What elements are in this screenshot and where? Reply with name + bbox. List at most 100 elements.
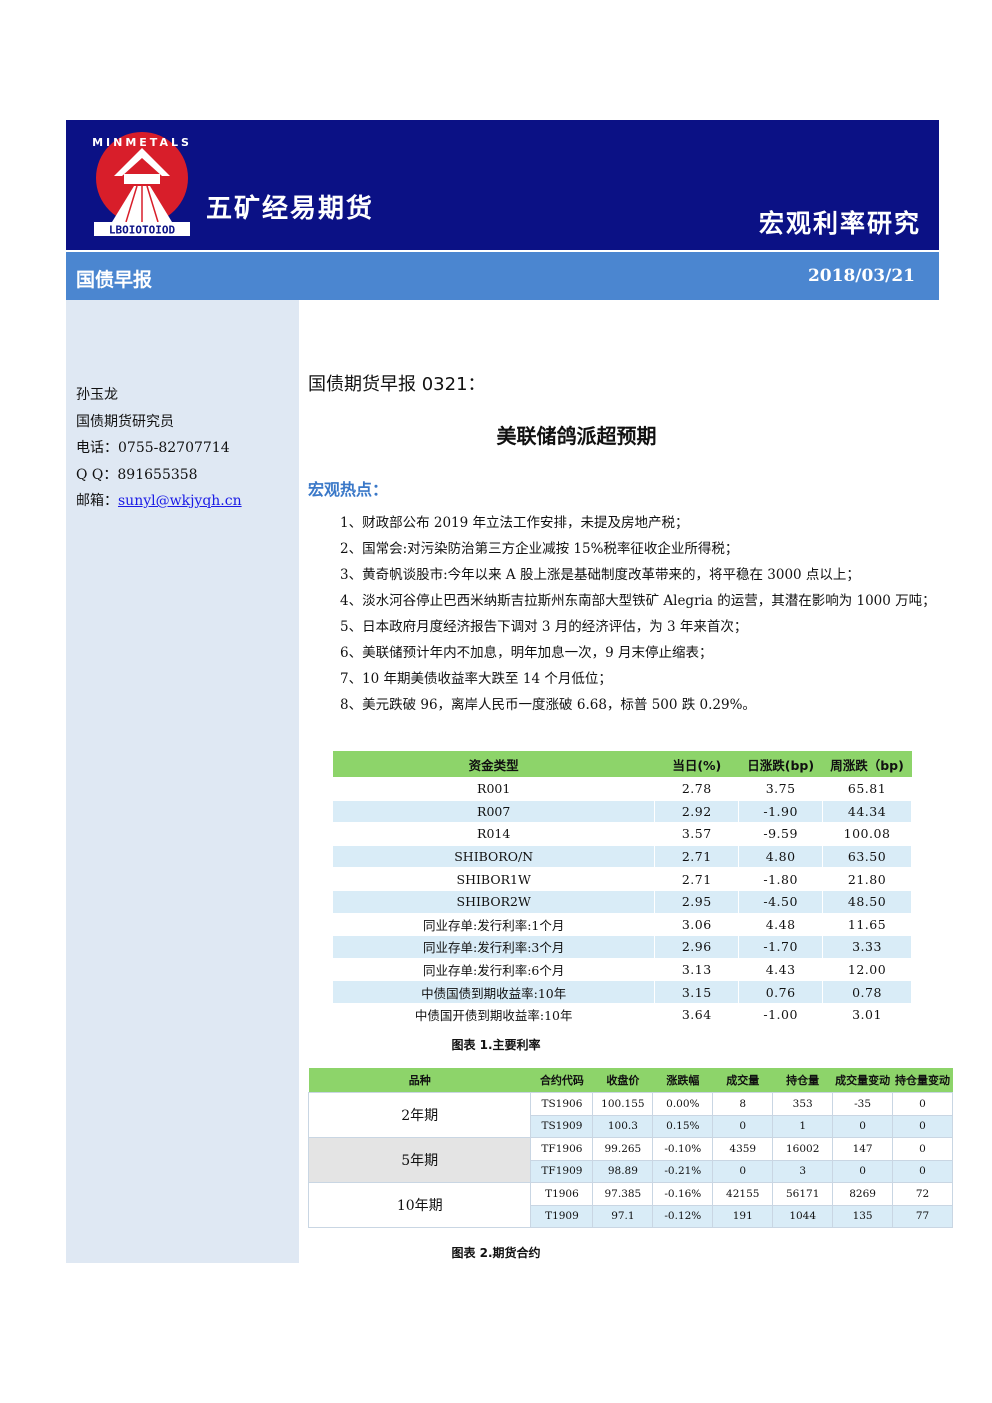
rates-cell: 2.92 bbox=[654, 799, 740, 824]
rates-cell: -4.50 bbox=[738, 889, 824, 914]
futures-table-header: 品种 合约代码 收盘价 涨跌幅 成交量 持仓量 成交量变动 持仓量变动 bbox=[308, 1068, 953, 1093]
futures-cell: 1044 bbox=[772, 1204, 834, 1228]
futures-cell: 0 bbox=[832, 1159, 894, 1183]
futures-header-cell: 持仓量 bbox=[772, 1068, 833, 1093]
futures-row: 2年期 TS1906 100.155 0.00% 8 353 -35 0 bbox=[307, 1092, 953, 1138]
rates-cell: R007 bbox=[331, 799, 656, 824]
rates-row: SHIBOR1W 2.71 -1.80 21.80 bbox=[331, 867, 912, 891]
rates-cell: 3.13 bbox=[654, 957, 740, 982]
futures-cell: 0.00% bbox=[652, 1092, 714, 1116]
rates-table: 资金类型 当日(%) 日涨跌(bp) 周涨跌（bp) R001 2.78 3.75 65.8… bbox=[331, 751, 912, 1027]
rates-cell: 同业存单:发行利率:6个月 bbox=[331, 957, 656, 982]
news-list: 1、财政部公布 2019 年立法工作安排，未提及房地产税； 2、国常会:对污染防治… bbox=[308, 510, 938, 718]
rates-cell: 3.33 bbox=[822, 935, 912, 959]
futures-cell: -0.12% bbox=[652, 1204, 714, 1228]
news-item: 5、日本政府月度经济报告下调对 3 月的经济评估，为 3 年来首次； bbox=[340, 619, 748, 635]
rates-cell: 2.71 bbox=[654, 844, 740, 869]
futures-cell: 135 bbox=[832, 1204, 894, 1228]
rates-cell: -1.00 bbox=[738, 1002, 824, 1027]
news-item: 4、淡水河谷停止巴西米纳斯吉拉斯州东南部大型铁矿 Alegria 的运营，其潜在… bbox=[340, 593, 936, 609]
futures-cell: -0.21% bbox=[652, 1159, 714, 1183]
rates-row: SHIBOR2W 2.95 -4.50 48.50 bbox=[331, 889, 912, 914]
futures-cell: 0 bbox=[712, 1159, 774, 1183]
futures-row: 10年期 T1906 97.385 -0.16% 42155 56171 8269 72 bbox=[307, 1182, 953, 1228]
report-subbar: 国债早报 2018/03/21 bbox=[66, 252, 939, 300]
futures-header-cell: 持仓量变动 bbox=[892, 1068, 953, 1093]
rates-cell: -1.90 bbox=[738, 799, 824, 824]
futures-cell: 16002 bbox=[772, 1137, 834, 1161]
futures-cell: T1909 bbox=[530, 1204, 594, 1228]
futures-cell: 56171 bbox=[772, 1182, 834, 1206]
rates-table-caption: 图表 1.主要利率 bbox=[451, 1038, 541, 1052]
futures-header-cell: 收盘价 bbox=[592, 1068, 653, 1093]
futures-cell: TF1909 bbox=[530, 1159, 594, 1183]
rates-cell: 3.01 bbox=[822, 1002, 912, 1027]
macro-hot-title: 宏观热点： bbox=[308, 480, 389, 499]
futures-cell: -35 bbox=[832, 1092, 894, 1116]
rates-cell: 2.78 bbox=[654, 777, 740, 801]
rates-cell: -9.59 bbox=[738, 822, 824, 846]
futures-row: 5年期 TF1906 99.265 -0.10% 4359 16002 147 0 bbox=[307, 1137, 953, 1183]
news-item: 2、国常会:对污染防治第三方企业减按 15%税率征收企业所得税； bbox=[340, 541, 739, 557]
futures-cell: 0 bbox=[892, 1114, 953, 1138]
report-header: MINMETALS LBOIOTOIOD 五矿经易期货 宏观利率研究 bbox=[66, 120, 939, 250]
futures-group-name: 2年期 bbox=[307, 1092, 532, 1138]
rates-row: SHIBORO/N 2.71 4.80 63.50 bbox=[331, 844, 912, 869]
rates-header-cell: 日涨跌(bp) bbox=[738, 751, 823, 778]
rates-cell: 2.71 bbox=[654, 867, 740, 891]
futures-group-name: 10年期 bbox=[307, 1182, 532, 1228]
author-phone: 电话：0755-82707714 bbox=[76, 440, 230, 456]
rates-cell: 12.00 bbox=[822, 957, 912, 982]
news-item: 3、黄奇帆谈股市:今年以来 A 股上涨是基础制度改革带来的，将平稳在 3000 … bbox=[340, 567, 860, 583]
rates-cell: 同业存单:发行利率:3个月 bbox=[331, 935, 656, 959]
futures-cell: 147 bbox=[832, 1137, 894, 1161]
futures-header-cell: 成交量变动 bbox=[832, 1068, 893, 1093]
rates-cell: 4.43 bbox=[738, 957, 824, 982]
svg-text:MINMETALS: MINMETALS bbox=[92, 136, 192, 149]
author-email-link[interactable]: sunyl@wkjyqh.cn bbox=[118, 493, 242, 509]
headline: 美联储鸽派超预期 bbox=[496, 424, 657, 448]
rates-cell: SHIBOR2W bbox=[331, 889, 656, 914]
futures-cell: TF1906 bbox=[530, 1137, 594, 1161]
futures-table: 品种 合约代码 收盘价 涨跌幅 成交量 持仓量 成交量变动 持仓量变动 2年期 TS1906 10… bbox=[307, 1068, 953, 1228]
author-email-row: 邮箱：sunyl@wkjyqh.cn bbox=[76, 488, 242, 515]
rates-cell: 2.95 bbox=[654, 889, 740, 914]
futures-cell: 42155 bbox=[712, 1182, 774, 1206]
rates-cell: 中债国债到期收益率:10年 bbox=[331, 980, 656, 1004]
company-name: 五矿经易期货 bbox=[206, 194, 375, 224]
report-type: 国债早报 bbox=[76, 269, 153, 291]
futures-cell: 191 bbox=[712, 1204, 774, 1228]
futures-cell: 0 bbox=[892, 1137, 953, 1161]
rates-cell: 63.50 bbox=[822, 844, 912, 869]
futures-cell: 0 bbox=[832, 1114, 894, 1138]
rates-cell: 0.78 bbox=[822, 980, 912, 1004]
rates-cell: 48.50 bbox=[822, 889, 912, 914]
author-info: 孙玉龙 国债期货研究员 电话：0755-82707714 Q Q：8916553… bbox=[76, 382, 242, 515]
rates-cell: 3.75 bbox=[738, 777, 824, 801]
futures-cell: TS1909 bbox=[530, 1114, 594, 1138]
svg-text:LBOIOTOIOD: LBOIOTOIOD bbox=[109, 224, 176, 237]
rates-row: 同业存单:发行利率:1个月 3.06 4.48 11.65 bbox=[331, 912, 912, 937]
rates-row: 中债国债到期收益率:10年 3.15 0.76 0.78 bbox=[331, 980, 912, 1004]
rates-cell: R014 bbox=[331, 822, 656, 846]
email-label: 邮箱： bbox=[76, 493, 118, 509]
section-title: 宏观利率研究 bbox=[758, 209, 921, 238]
futures-cell: T1906 bbox=[530, 1182, 594, 1206]
futures-cell: 0 bbox=[712, 1114, 774, 1138]
doc-title: 国债期货早报 0321： bbox=[308, 374, 486, 395]
futures-cell: 72 bbox=[892, 1182, 953, 1206]
futures-header-cell: 品种 bbox=[308, 1068, 531, 1093]
rates-cell: 3.64 bbox=[654, 1002, 740, 1027]
futures-table-caption: 图表 2.期货合约 bbox=[451, 1246, 541, 1260]
futures-cell: -0.10% bbox=[652, 1137, 714, 1161]
rates-cell: 44.34 bbox=[822, 799, 912, 824]
author-qq: Q Q：891655358 bbox=[76, 466, 198, 483]
futures-cell: 0 bbox=[892, 1159, 953, 1183]
rates-cell: 同业存单:发行利率:1个月 bbox=[331, 912, 656, 937]
rates-cell: -1.70 bbox=[738, 935, 824, 959]
rates-header-cell: 当日(%) bbox=[654, 751, 739, 778]
rates-cell: 3.06 bbox=[654, 912, 740, 937]
rates-cell: 0.76 bbox=[738, 980, 824, 1004]
news-item: 7、10 年期美债收益率大跌至 14 个月低位； bbox=[340, 671, 612, 687]
futures-header-cell: 成交量 bbox=[712, 1068, 773, 1093]
